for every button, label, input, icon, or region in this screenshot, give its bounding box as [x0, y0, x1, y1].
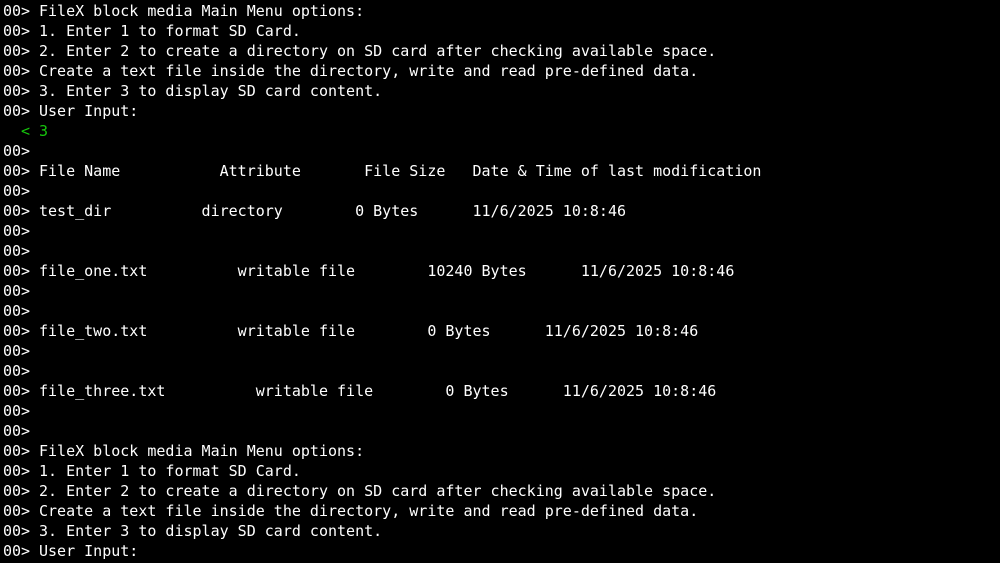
terminal-line: 00> FileX block media Main Menu options:	[0, 1, 1000, 21]
line-text: 2. Enter 2 to create a directory on SD c…	[39, 42, 717, 60]
line-prefix: 00>	[3, 242, 31, 260]
line-text: User Input:	[39, 542, 139, 560]
terminal-line: 00>	[0, 181, 1000, 201]
terminal-line: 00> User Input:	[0, 101, 1000, 121]
terminal-line: 00>	[0, 301, 1000, 321]
line-prefix: 00>	[3, 302, 31, 320]
terminal-line: 00>	[0, 341, 1000, 361]
terminal-line: 00> FileX block media Main Menu options:	[0, 441, 1000, 461]
table-row: 00> file_two.txt writable file 0 Bytes 11…	[0, 321, 1000, 341]
table-row: 00> file_one.txt writable file 10240 Byte…	[0, 261, 1000, 281]
terminal-line: 00> Create a text file inside the directo…	[0, 61, 1000, 81]
line-prefix: 00>	[3, 42, 31, 60]
terminal-line: 00>	[0, 241, 1000, 261]
table-header-line: 00> File Name Attribute File Size Date & …	[0, 161, 1000, 181]
terminal-line: 00>	[0, 221, 1000, 241]
line-text: 3. Enter 3 to display SD card content.	[39, 82, 383, 100]
line-text: 2. Enter 2 to create a directory on SD c…	[39, 482, 717, 500]
terminal-line: 00>	[0, 281, 1000, 301]
line-prefix: 00>	[3, 202, 31, 220]
table-row-text: file_three.txt writable file 0 Bytes 11/…	[39, 382, 717, 400]
terminal-line: 00> 2. Enter 2 to create a directory on S…	[0, 41, 1000, 61]
line-prefix: 00>	[3, 282, 31, 300]
line-prefix: 00>	[3, 2, 31, 20]
user-input-text: 3	[39, 122, 49, 140]
table-row-text: file_two.txt writable file 0 Bytes 11/6/…	[39, 322, 699, 340]
line-prefix: 00>	[3, 422, 31, 440]
line-text: Create a text file inside the directory,…	[39, 62, 699, 80]
line-prefix: 00>	[3, 342, 31, 360]
line-prefix: 00>	[3, 462, 31, 480]
table-header-text: File Name Attribute File Size Date & Tim…	[39, 162, 762, 180]
line-prefix: 00>	[3, 482, 31, 500]
terminal-line: 00> 3. Enter 3 to display SD card content…	[0, 521, 1000, 541]
line-prefix: 00>	[3, 522, 31, 540]
terminal-line: 00>	[0, 401, 1000, 421]
line-prefix: 00>	[3, 82, 31, 100]
line-text: 1. Enter 1 to format SD Card.	[39, 22, 301, 40]
table-row-text: file_one.txt writable file 10240 Bytes 1…	[39, 262, 735, 280]
terminal-line: 00> 1. Enter 1 to format SD Card.	[0, 461, 1000, 481]
line-prefix: 00>	[3, 162, 31, 180]
line-text: User Input:	[39, 102, 139, 120]
table-row: 00> test_dir directory 0 Bytes 11/6/2025 …	[0, 201, 1000, 221]
line-prefix: 00>	[3, 22, 31, 40]
terminal-line: 00> 3. Enter 3 to display SD card content…	[0, 81, 1000, 101]
line-prefix: 00>	[3, 142, 31, 160]
terminal-line: 00>	[0, 361, 1000, 381]
line-text: 3. Enter 3 to display SD card content.	[39, 522, 383, 540]
line-prefix: 00>	[3, 402, 31, 420]
terminal-line: 00> Create a text file inside the directo…	[0, 501, 1000, 521]
terminal-line: 00> User Input:	[0, 541, 1000, 561]
line-prefix: 00>	[3, 322, 31, 340]
table-row-text: test_dir directory 0 Bytes 11/6/2025 10:…	[39, 202, 626, 220]
line-prefix: 00>	[3, 102, 31, 120]
terminal-line: 00>	[0, 141, 1000, 161]
line-prefix: 00>	[3, 62, 31, 80]
user-input-line: <3	[0, 121, 1000, 141]
line-text: FileX block media Main Menu options:	[39, 2, 365, 20]
line-prefix: 00>	[3, 382, 31, 400]
line-prefix: 00>	[3, 362, 31, 380]
terminal-line: 00> 2. Enter 2 to create a directory on S…	[0, 481, 1000, 501]
line-prefix: 00>	[3, 442, 31, 460]
line-prefix: 00>	[3, 502, 31, 520]
line-text: Create a text file inside the directory,…	[39, 502, 699, 520]
line-text: 1. Enter 1 to format SD Card.	[39, 462, 301, 480]
line-prefix: 00>	[3, 222, 31, 240]
terminal-window[interactable]: 00> FileX block media Main Menu options: …	[0, 0, 1000, 563]
line-prefix: 00>	[3, 182, 31, 200]
terminal-line: 00> 1. Enter 1 to format SD Card.	[0, 21, 1000, 41]
terminal-line: 00>	[0, 421, 1000, 441]
table-row: 00> file_three.txt writable file 0 Bytes …	[0, 381, 1000, 401]
line-prefix: 00>	[3, 542, 31, 560]
line-prefix: 00>	[3, 262, 31, 280]
line-text: FileX block media Main Menu options:	[39, 442, 365, 460]
